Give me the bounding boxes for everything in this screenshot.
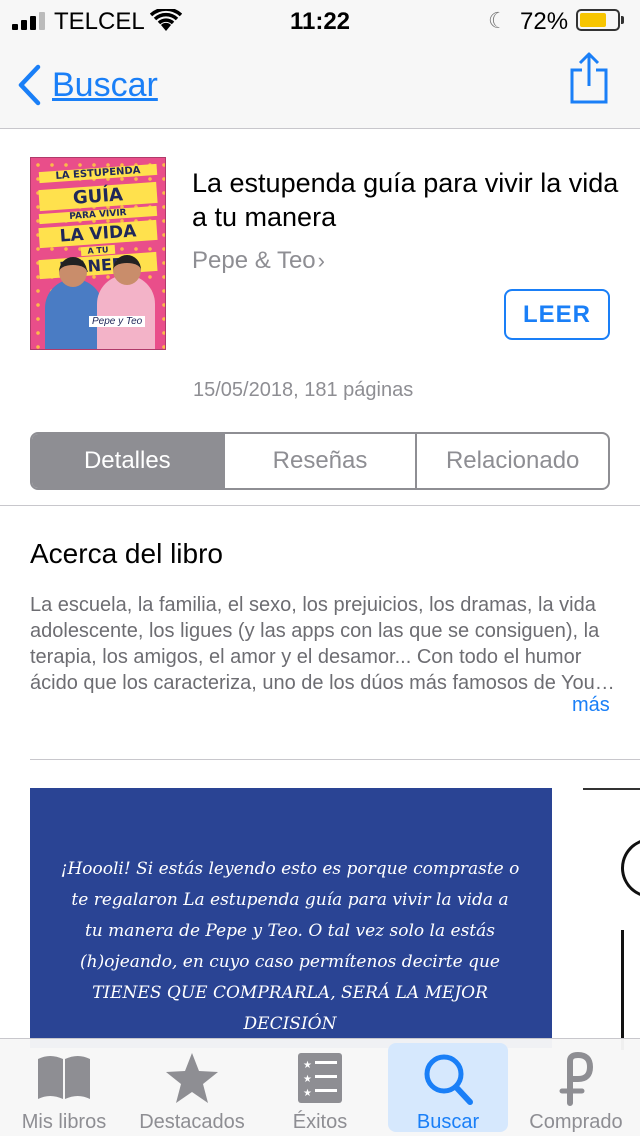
tab-label: Buscar bbox=[416, 1111, 480, 1133]
tab-featured[interactable]: Destacados bbox=[128, 1039, 256, 1136]
tab-reviews[interactable]: Reseñas bbox=[222, 434, 416, 488]
tab-purchased[interactable]: Comprado bbox=[512, 1039, 640, 1136]
tab-label: Éxitos bbox=[292, 1111, 348, 1133]
back-button[interactable]: Buscar bbox=[16, 64, 158, 106]
about-description: La escuela, la familia, el sexo, los pre… bbox=[30, 594, 615, 694]
chevron-right-icon: › bbox=[317, 248, 325, 273]
preview-text: ¡Hoooli! Si estás leyendo esto es porque… bbox=[60, 859, 520, 1034]
book-cover[interactable]: LA ESTUPENDA GUÍA PARA VIVIR LA VIDA A T… bbox=[30, 157, 166, 350]
search-icon bbox=[424, 1054, 473, 1105]
book-icon bbox=[38, 1056, 90, 1099]
segmented-control: Detalles Reseñas Relacionado bbox=[30, 432, 610, 490]
list-icon: ★ ★ ★ bbox=[298, 1053, 342, 1103]
book-meta: 15/05/2018, 181 páginas bbox=[193, 379, 414, 401]
status-bar: TELCEL 11:22 ☾ 72% bbox=[0, 0, 640, 40]
back-button-label: Buscar bbox=[52, 65, 158, 104]
navigation-bar: Buscar bbox=[0, 40, 640, 129]
tab-label: Comprado bbox=[529, 1111, 623, 1133]
svg-text:★: ★ bbox=[303, 1074, 312, 1085]
tab-search[interactable]: Buscar bbox=[384, 1039, 512, 1136]
do-not-disturb-icon: ☾ bbox=[488, 8, 508, 33]
read-button[interactable]: LEER bbox=[504, 289, 610, 340]
preview-page-next[interactable] bbox=[583, 788, 640, 1050]
tab-my-books[interactable]: Mis libros bbox=[0, 1039, 128, 1136]
preview-page[interactable]: ¡Hoooli! Si estás leyendo esto es porque… bbox=[30, 788, 552, 1048]
cover-signature: Pepe y Teo bbox=[89, 316, 146, 327]
chevron-left-icon bbox=[18, 64, 41, 106]
share-icon[interactable] bbox=[568, 50, 610, 106]
star-icon bbox=[166, 1053, 218, 1103]
tab-label: Mis libros bbox=[21, 1111, 107, 1133]
battery-fill bbox=[580, 13, 606, 27]
author-link[interactable]: Pepe & Teo› bbox=[192, 247, 325, 275]
more-link[interactable]: más bbox=[570, 694, 610, 717]
battery-percentage: 72% bbox=[520, 8, 569, 35]
battery-icon bbox=[576, 9, 624, 31]
tab-label: Destacados bbox=[139, 1111, 245, 1133]
divider bbox=[0, 505, 640, 506]
cover-illustration bbox=[45, 279, 103, 349]
about-heading: Acerca del libro bbox=[30, 538, 223, 569]
author-name: Pepe & Teo bbox=[192, 247, 316, 274]
tab-top-charts[interactable]: ★ ★ ★ Éxitos bbox=[256, 1039, 384, 1136]
svg-text:★: ★ bbox=[303, 1060, 312, 1071]
tab-details[interactable]: Detalles bbox=[32, 434, 223, 488]
svg-text:★: ★ bbox=[303, 1088, 312, 1099]
purchased-icon bbox=[559, 1051, 594, 1106]
cover-illustration bbox=[97, 275, 155, 349]
divider bbox=[30, 759, 640, 760]
tab-related[interactable]: Relacionado bbox=[415, 434, 608, 488]
tab-bar: Mis libros Destacados ★ ★ ★ Éxitos Busca… bbox=[0, 1038, 640, 1136]
book-title: La estupenda guía para vivir la vida a t… bbox=[192, 168, 619, 232]
